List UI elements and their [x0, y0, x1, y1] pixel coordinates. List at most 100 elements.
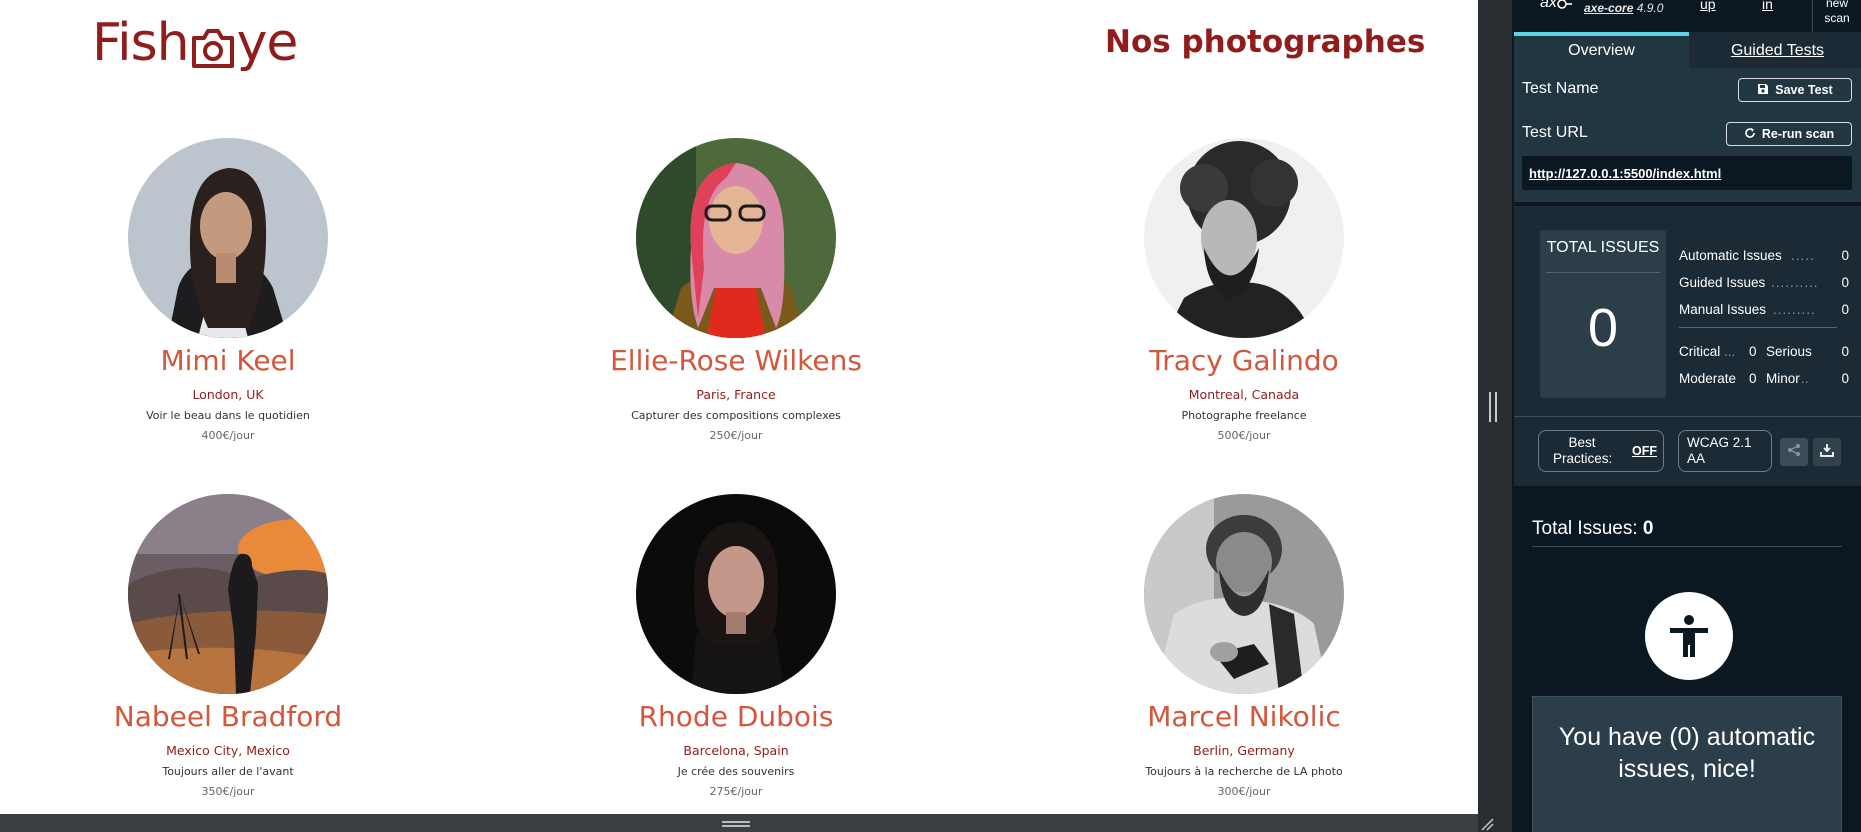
best-practices-line-2: Practices:: [1553, 451, 1613, 466]
accessibility-icon: [1645, 592, 1733, 680]
tab-overview[interactable]: Overview: [1514, 32, 1689, 68]
serious-count: 0: [1841, 344, 1849, 359]
photographer-avatar[interactable]: [128, 494, 328, 694]
critical-count: 0: [1749, 344, 1757, 359]
automatic-issues-row[interactable]: Automatic Issues ..... 0: [1679, 242, 1849, 269]
test-info: Test Name Save Test Test URL Re-run scan…: [1514, 68, 1861, 202]
manual-issues-row[interactable]: Manual Issues ......... 0: [1679, 296, 1849, 323]
rerun-scan-label: Re-run scan: [1761, 127, 1835, 141]
guided-issues-row[interactable]: Guided Issues .......... 0: [1679, 269, 1849, 296]
photographer-location: Berlin, Germany: [1193, 743, 1295, 758]
dot-leader: .........: [1773, 302, 1816, 317]
page-title: Nos photographes: [1105, 24, 1426, 60]
best-practices-label: Best Practices:: [1553, 435, 1613, 467]
photographer-location: Mexico City, Mexico: [166, 743, 290, 758]
photographer-tagline: Capturer des compositions complexes: [631, 409, 841, 422]
photographer-tagline: Toujours à la recherche de LA photo: [1145, 765, 1343, 778]
results-section: Total Issues: 0 You have (0) automatic i…: [1514, 494, 1861, 832]
photographer-avatar[interactable]: [128, 138, 328, 338]
total-issues-box: TOTAL ISSUES 0: [1540, 230, 1666, 398]
minor-label[interactable]: Minor: [1766, 365, 1800, 392]
severity-row-2: Moderate 0 Minor .. 0: [1679, 365, 1849, 392]
wcag-level-select[interactable]: WCAG 2.1 AA: [1678, 430, 1772, 472]
photographer-name: Mimi Keel: [160, 344, 296, 377]
photographer-card[interactable]: Mimi Keel London, UK Voir le beau dans l…: [28, 138, 428, 443]
count-value: 0: [1841, 275, 1849, 290]
test-name-label: Test Name: [1522, 80, 1599, 97]
logo-text-start: Fish: [92, 13, 190, 73]
photographer-price: 500€/jour: [1217, 429, 1271, 442]
sign-up-link[interactable]: up: [1700, 0, 1716, 12]
save-test-button[interactable]: Save Test: [1738, 78, 1852, 102]
count-value: 0: [1841, 302, 1849, 317]
wcag-line-2: AA: [1687, 451, 1706, 466]
screen: Fish ye Nos photographes Mimi Keel Londo…: [0, 0, 1861, 832]
photographer-price: 400€/jour: [201, 429, 255, 442]
photographer-card[interactable]: Ellie-Rose Wilkens Paris, France Capture…: [536, 138, 936, 443]
photographer-avatar[interactable]: [1144, 494, 1344, 694]
moderate-label[interactable]: Moderate: [1679, 365, 1736, 392]
photographer-location: London, UK: [192, 387, 264, 402]
photographer-price: 275€/jour: [709, 785, 763, 798]
new-scan-button[interactable]: new scan: [1812, 0, 1861, 32]
photographer-card[interactable]: Nabeel Bradford Mexico City, Mexico Touj…: [28, 494, 428, 799]
axe-version-number: 4.9.0: [1636, 1, 1664, 15]
new-scan-line-1: new: [1825, 0, 1848, 10]
axe-logo-icon: [1556, 0, 1572, 17]
splitter-handle-icon[interactable]: [1489, 392, 1497, 422]
photographer-location: Barcelona, Spain: [683, 743, 789, 758]
critical-label[interactable]: Critical: [1679, 338, 1720, 365]
count-label: Manual Issues: [1679, 302, 1767, 317]
summary-divider: [1514, 416, 1861, 417]
resize-corner-icon[interactable]: [1480, 816, 1494, 831]
count-label: Guided Issues: [1679, 275, 1766, 290]
photographer-price: 250€/jour: [709, 429, 763, 442]
photographer-tagline: Je crée des souvenirs: [677, 765, 795, 778]
total-issues-count: 0: [1587, 298, 1619, 358]
no-issues-message: You have (0) automatic issues, nice!: [1532, 696, 1842, 832]
photographer-avatar[interactable]: [1144, 138, 1344, 338]
photographer-location: Paris, France: [696, 387, 776, 402]
photographer-tagline: Voir le beau dans le quotidien: [146, 409, 310, 422]
axe-core-link[interactable]: axe-core: [1584, 1, 1633, 15]
total-issues-label: TOTAL ISSUES: [1546, 230, 1660, 273]
severity-row-1: Critical ... 0 Serious 0: [1679, 338, 1849, 365]
resize-grip-icon[interactable]: [722, 821, 750, 827]
serious-label[interactable]: Serious: [1766, 338, 1812, 365]
viewport-bottom-bar: [0, 814, 1478, 832]
results-count: 0: [1642, 518, 1654, 539]
issues-summary: TOTAL ISSUES 0 Automatic Issues ..... 0 …: [1514, 206, 1861, 486]
dot-leader: ..: [1801, 371, 1809, 386]
photographer-name: Marcel Nikolic: [1147, 700, 1341, 733]
best-practices-toggle[interactable]: Best Practices: OFF: [1538, 430, 1664, 472]
rerun-scan-button[interactable]: Re-run scan: [1726, 122, 1852, 146]
logo-text-end: ye: [236, 13, 299, 73]
best-practices-state[interactable]: OFF: [1632, 443, 1657, 459]
devtools-splitter[interactable]: [1478, 0, 1512, 832]
minor-count: 0: [1841, 371, 1849, 386]
export-button[interactable]: [1813, 438, 1841, 466]
log-in-link[interactable]: in: [1762, 0, 1773, 12]
tab-guided-tests[interactable]: Guided Tests: [1694, 32, 1861, 68]
download-icon: [1820, 443, 1834, 462]
photographer-card[interactable]: Tracy Galindo Montreal, Canada Photograp…: [1044, 138, 1444, 443]
test-url-link[interactable]: http://127.0.0.1:5500/index.html: [1522, 156, 1852, 190]
refresh-icon: [1744, 127, 1756, 142]
photographer-name: Rhode Dubois: [638, 700, 834, 733]
axe-version: axe-core 4.9.0: [1584, 1, 1663, 15]
fisheye-logo[interactable]: Fish ye: [92, 8, 299, 78]
count-value: 0: [1841, 248, 1849, 263]
results-title-label: Total Issues:: [1532, 518, 1638, 539]
photographer-tagline: Toujours aller de l'avant: [162, 765, 294, 778]
share-button[interactable]: [1780, 438, 1808, 466]
count-label: Automatic Issues: [1679, 248, 1782, 263]
photographer-avatar[interactable]: [636, 494, 836, 694]
photographer-avatar[interactable]: [636, 138, 836, 338]
photographer-card[interactable]: Rhode Dubois Barcelona, Spain Je crée de…: [536, 494, 936, 799]
results-divider: [1532, 546, 1842, 547]
photographer-price: 350€/jour: [201, 785, 255, 798]
best-practices-line-1: Best: [1568, 435, 1596, 450]
results-title: Total Issues: 0: [1532, 518, 1653, 540]
dot-leader: ...: [1724, 344, 1736, 359]
photographer-card[interactable]: Marcel Nikolic Berlin, Germany Toujours …: [1044, 494, 1444, 799]
